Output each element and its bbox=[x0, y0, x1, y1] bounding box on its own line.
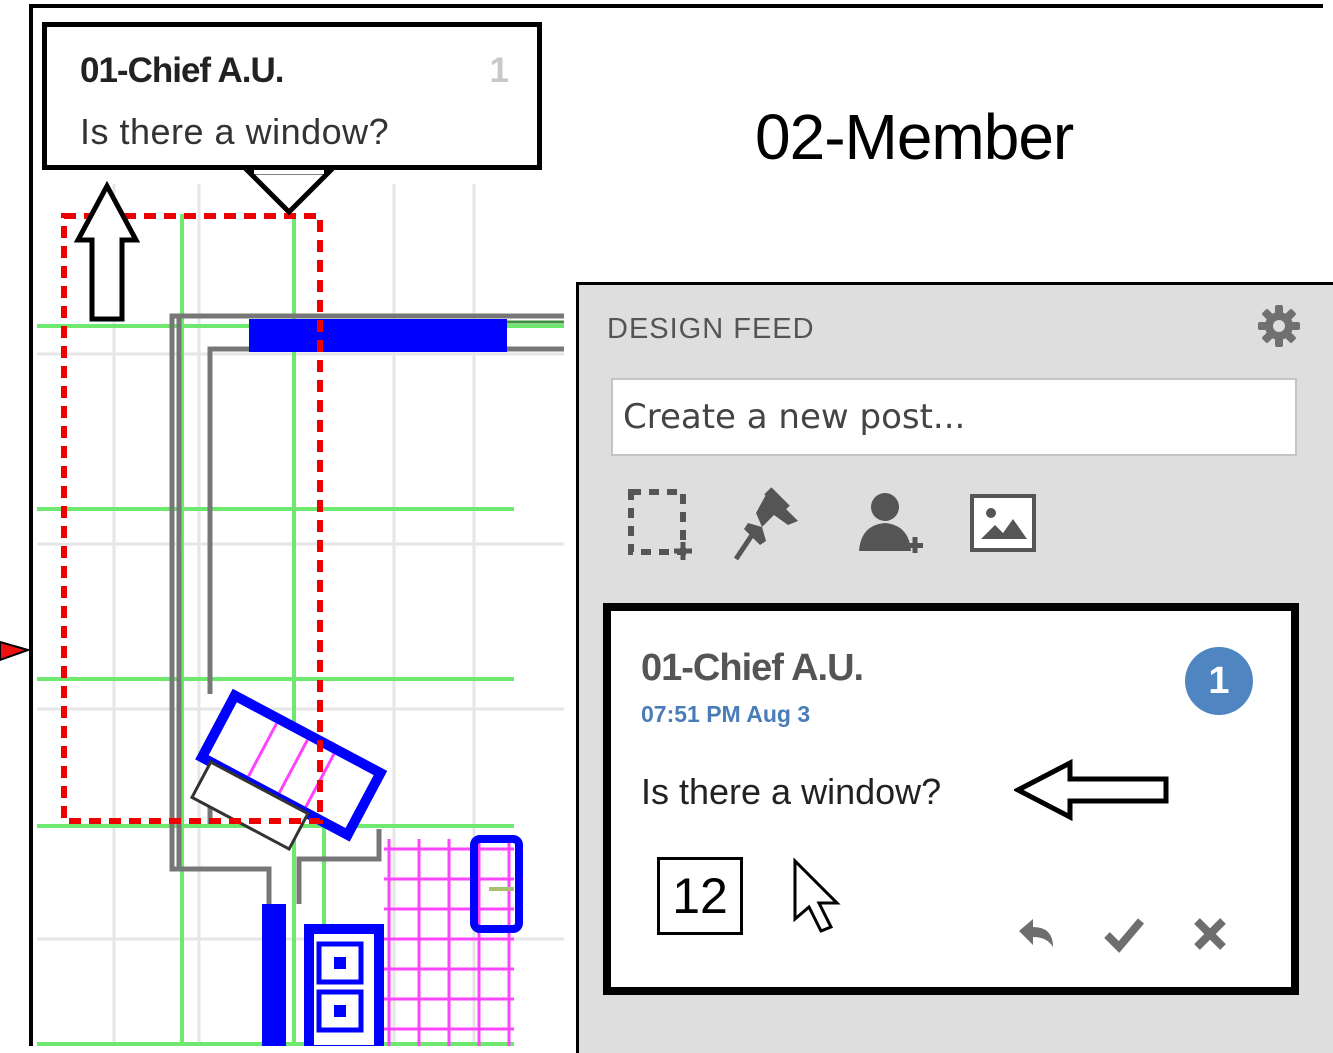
post-author: 01-Chief A.U. bbox=[641, 647, 864, 689]
design-feed-panel: DESIGN FEED Create a new post... 01-Chie… bbox=[576, 282, 1333, 1053]
new-post-input[interactable] bbox=[611, 378, 1297, 456]
annotation-arrow-tip bbox=[0, 640, 30, 662]
post-timestamp: 07:51 PM Aug 3 bbox=[641, 701, 811, 727]
member-title: 02-Member bbox=[755, 101, 1074, 173]
step-number-label: 12 bbox=[657, 857, 743, 935]
mouse-cursor-icon bbox=[793, 857, 841, 933]
plan-comment-callout[interactable]: 01-Chief A.U. 1 Is there a window? bbox=[42, 22, 542, 170]
callout-message: Is there a window? bbox=[80, 111, 390, 152]
close-icon[interactable] bbox=[1187, 911, 1233, 957]
post-message: Is there a window? bbox=[641, 771, 942, 812]
reply-icon[interactable] bbox=[1013, 911, 1059, 957]
callout-count: 1 bbox=[489, 51, 509, 90]
callout-author: 01-Chief A.U. bbox=[80, 51, 285, 90]
annotation-left-arrow bbox=[1014, 758, 1169, 822]
feed-post-card[interactable]: 01-Chief A.U. 07:51 PM Aug 3 1 Is there … bbox=[603, 603, 1299, 995]
select-region-icon[interactable] bbox=[627, 488, 693, 560]
resolve-check-icon[interactable] bbox=[1101, 911, 1147, 957]
post-number-badge: 1 bbox=[1185, 647, 1253, 715]
gear-icon[interactable] bbox=[1256, 303, 1302, 349]
image-icon[interactable] bbox=[969, 493, 1037, 553]
design-feed-heading: DESIGN FEED bbox=[607, 313, 815, 345]
pin-icon[interactable] bbox=[734, 485, 804, 561]
add-user-icon[interactable] bbox=[855, 489, 925, 559]
